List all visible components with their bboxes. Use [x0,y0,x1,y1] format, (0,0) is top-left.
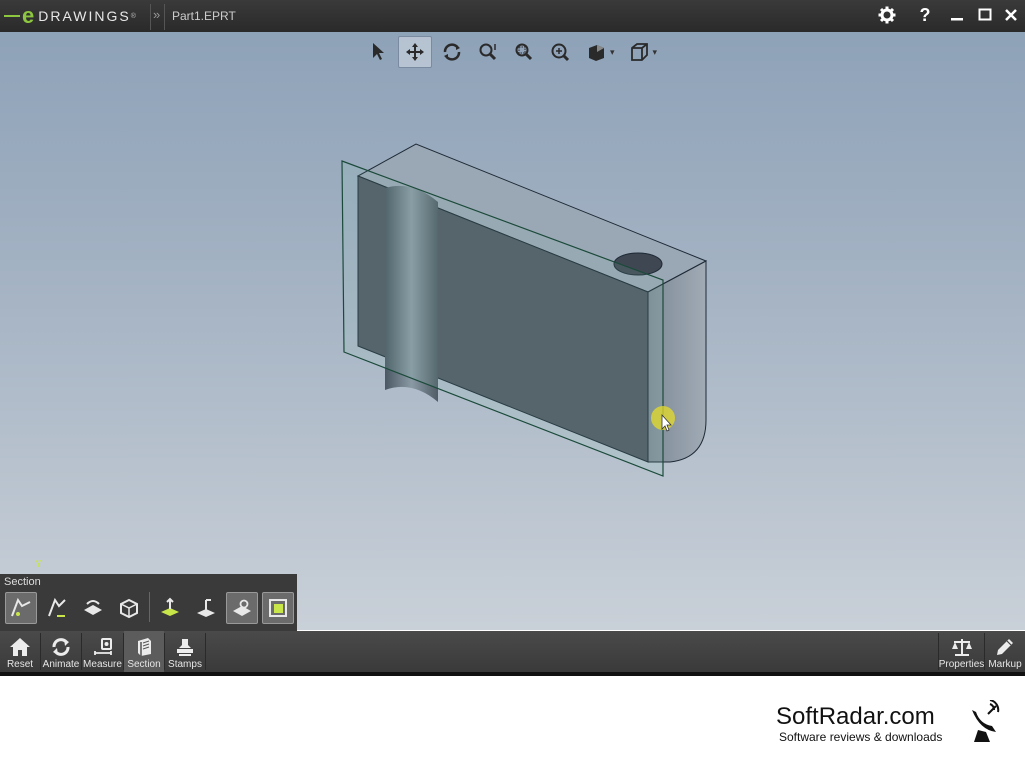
scale-icon [951,639,972,656]
3d-model[interactable] [330,140,720,510]
zoom-area-icon [515,43,533,61]
zoom-fit-button[interactable] [544,37,576,67]
3d-viewport[interactable]: ▾ ▾ Y [0,32,1025,630]
close-button[interactable] [996,0,1025,30]
bottom-toolbar: Reset Animate Measure Section Stamps Pro… [0,631,1025,672]
section-plane-align-button[interactable] [190,592,222,624]
section-plane-flip-icon [48,597,66,617]
title-separator [164,4,165,30]
display-style-icon [589,45,604,61]
section-cap-fill-icon [269,599,287,617]
zoom-area-button[interactable] [508,37,540,67]
chevron-right-icon[interactable]: » [153,7,160,22]
section-box-icon [120,598,138,619]
cube-icon [630,43,648,61]
gear-icon [878,6,896,24]
section-label: Section [127,659,161,670]
section-show-plane-icon [233,599,251,616]
minimize-button[interactable] [942,0,972,30]
axis-y-label: Y [35,559,42,570]
pan-tool-button[interactable] [398,36,432,68]
logo-letter: e [22,3,35,28]
section-box-button[interactable] [113,592,145,624]
view-toolbar: ▾ ▾ [362,36,665,68]
reset-label: Reset [6,659,34,670]
section-tools [5,592,298,624]
markup-button[interactable]: Markup [985,631,1025,672]
section-show-plane-button[interactable] [226,592,258,624]
section-panel: Section [0,574,297,631]
chevron-down-icon[interactable]: ▾ [653,47,658,58]
rotate-icon [443,43,461,61]
softradar-watermark: SoftRadar.com Software reviews & downloa… [776,703,943,745]
section-plane-cap-button[interactable] [77,592,109,624]
view-orientation-button[interactable] [623,37,655,67]
chevron-down-icon[interactable]: ▾ [610,47,615,58]
zoom-fit-icon [551,43,570,62]
title-bar: e DRAWINGS ® » Part1.EPRT ? [0,0,1025,32]
stamps-label: Stamps [168,659,202,670]
bottom-border [0,672,1025,676]
properties-button[interactable]: Properties [939,631,984,672]
pan-icon [406,43,424,61]
markup-label: Markup [988,659,1022,670]
settings-button[interactable] [872,0,902,30]
logo-word: DRAWINGS [38,8,131,24]
section-icon [138,638,151,656]
measure-button[interactable]: Measure [82,631,123,672]
satellite-dish-icon [972,700,1000,742]
section-plane-x-button[interactable] [5,592,37,624]
animate-button[interactable]: Animate [41,631,81,672]
properties-label: Properties [938,659,985,670]
logo-line [4,15,20,17]
stamps-button[interactable]: Stamps [165,631,205,672]
logo-mark: ® [130,12,136,20]
edrawings-logo: e DRAWINGS ® [4,4,136,28]
help-button[interactable]: ? [910,0,940,30]
section-plane-align-icon [197,599,215,617]
watermark-tagline: Software reviews & downloads [779,730,943,744]
reset-button[interactable]: Reset [0,631,40,672]
section-plane-top-icon [161,597,179,616]
section-plane-x-icon [11,597,31,617]
help-icon: ? [919,4,931,25]
section-plane-flip-button[interactable] [41,592,73,624]
section-panel-title: Section [4,576,41,588]
rotate-tool-button[interactable] [436,37,468,67]
home-icon [10,638,30,656]
animate-icon [52,638,70,656]
animate-label: Animate [42,659,80,670]
cursor-highlight-icon [651,406,675,432]
maximize-icon [978,8,992,21]
display-style-button[interactable] [580,37,612,67]
section-cap-fill-button[interactable] [262,592,294,624]
watermark-name: SoftRadar.com [776,703,935,730]
zoom-tool-button[interactable] [472,37,504,67]
section-plane-top-button[interactable] [154,592,186,624]
close-icon [1005,9,1017,21]
select-tool-button[interactable] [362,37,394,67]
toolbar-separator [205,633,206,670]
measure-icon [93,638,112,655]
document-title: Part1.EPRT [172,9,236,23]
zoom-icon [479,43,497,61]
minimize-icon [951,18,963,21]
stamp-icon [177,639,193,656]
section-button[interactable]: Section [124,631,164,672]
pencil-icon [997,639,1013,655]
measure-label: Measure [83,659,122,670]
section-plane-cap-icon [84,600,102,615]
pointer-icon [373,43,384,60]
title-separator [150,4,151,30]
section-separator [149,592,150,622]
